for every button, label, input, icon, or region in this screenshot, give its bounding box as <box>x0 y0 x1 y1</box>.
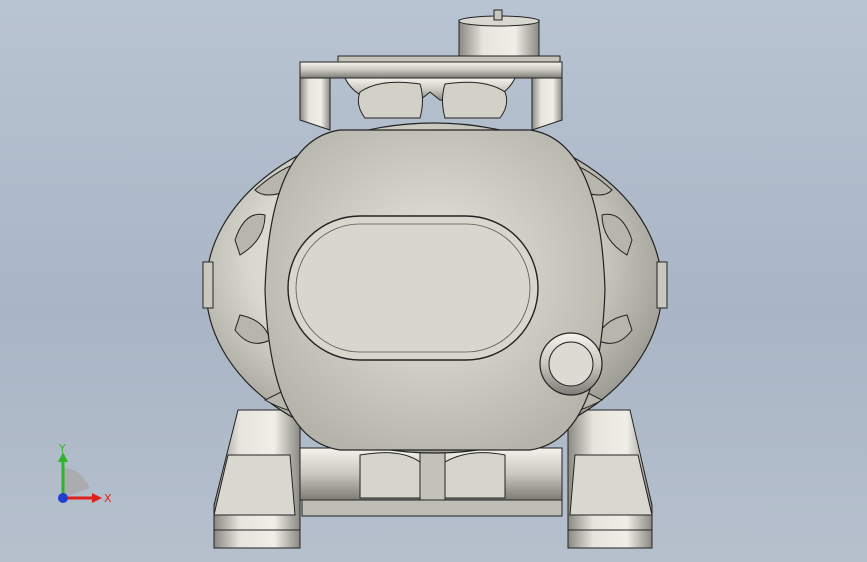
top-flange <box>299 55 563 131</box>
bottom-flange <box>299 447 563 517</box>
y-axis-label: Y <box>58 442 66 455</box>
triad-plane <box>63 468 90 498</box>
pump-housing-model[interactable] <box>0 0 867 562</box>
x-axis-arrow-icon <box>92 493 102 503</box>
main-body <box>202 122 668 454</box>
coordinate-triad: Y X <box>58 442 112 505</box>
graphics-viewport[interactable]: Y X <box>0 0 867 562</box>
left-foot <box>213 409 301 549</box>
x-axis-label: X <box>104 492 112 505</box>
right-foot <box>567 409 653 549</box>
z-axis-dot-icon <box>58 493 68 503</box>
